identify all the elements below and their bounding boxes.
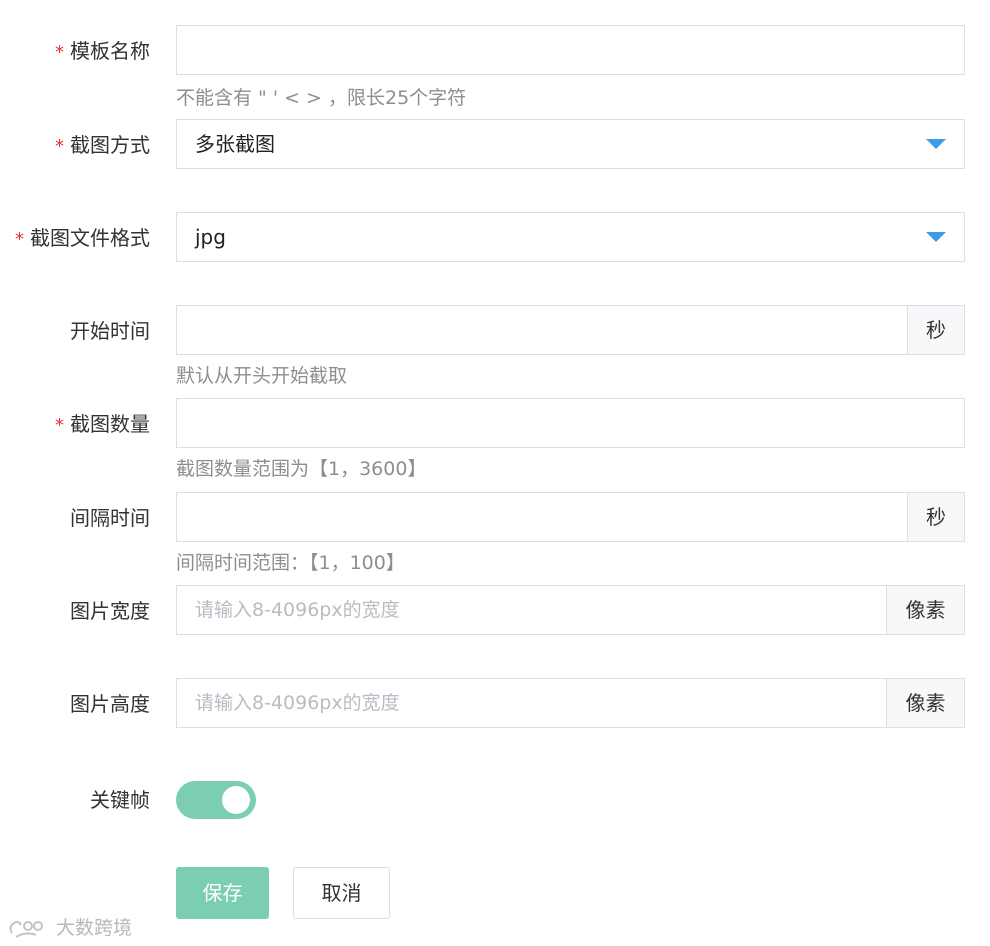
start-time-hint: 默认从开头开始截取: [176, 365, 348, 387]
interval-label: 间隔时间: [70, 506, 150, 530]
capture-mode-label: * 截图方式: [55, 133, 150, 157]
dropdown-caret-icon: [926, 139, 946, 149]
image-width-label: 图片宽度: [70, 599, 150, 623]
image-height-placeholder: 请输入8-4096px的宽度: [195, 692, 400, 714]
image-width-placeholder: 请输入8-4096px的宽度: [195, 599, 400, 621]
required-mark: *: [15, 229, 24, 250]
start-time-unit: 秒: [907, 305, 965, 355]
interval-input[interactable]: 秒: [176, 492, 965, 542]
capture-count-label: * 截图数量: [55, 412, 150, 436]
capture-mode-value: 多张截图: [195, 132, 275, 156]
image-height-unit: 像素: [886, 678, 965, 728]
watermark-logo-icon: [9, 920, 43, 938]
image-height-label: 图片高度: [70, 692, 150, 716]
interval-unit: 秒: [907, 492, 965, 542]
template-name-input[interactable]: [176, 25, 965, 75]
image-width-unit: 像素: [886, 585, 965, 635]
start-time-label: 开始时间: [70, 319, 150, 343]
template-name-label: * 模板名称: [55, 39, 150, 63]
required-mark: *: [55, 136, 64, 157]
watermark: 大数跨境: [6, 914, 132, 942]
capture-mode-select[interactable]: 多张截图: [176, 119, 965, 169]
keyframe-label: 关键帧: [90, 788, 150, 812]
save-button[interactable]: 保存: [176, 867, 269, 919]
capture-count-hint: 截图数量范围为【1，3600】: [176, 458, 427, 480]
dropdown-caret-icon: [926, 232, 946, 242]
file-format-value: jpg: [195, 225, 226, 249]
file-format-label: * 截图文件格式: [15, 226, 150, 250]
toggle-knob: [222, 786, 250, 814]
template-name-hint: 不能含有 " ' < > ，限长25个字符: [176, 87, 467, 109]
keyframe-toggle[interactable]: [176, 781, 256, 819]
start-time-input[interactable]: 秒: [176, 305, 965, 355]
watermark-text: 大数跨境: [56, 917, 133, 939]
image-height-input[interactable]: 请输入8-4096px的宽度 像素: [176, 678, 965, 728]
capture-count-input[interactable]: [176, 398, 965, 448]
required-mark: *: [55, 42, 64, 63]
image-width-input[interactable]: 请输入8-4096px的宽度 像素: [176, 585, 965, 635]
cancel-button[interactable]: 取消: [293, 867, 390, 919]
interval-hint: 间隔时间范围：【1，100】: [176, 552, 405, 574]
file-format-select[interactable]: jpg: [176, 212, 965, 262]
required-mark: *: [55, 415, 64, 436]
